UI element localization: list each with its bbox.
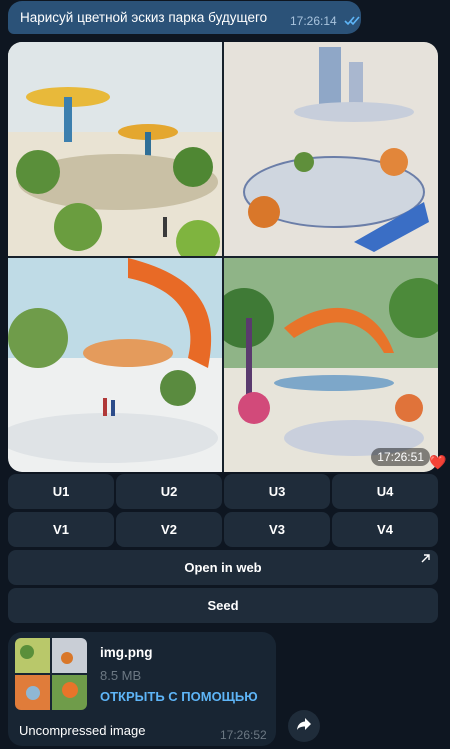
arrow-up-right-icon bbox=[421, 554, 430, 566]
image-variant-3 bbox=[8, 258, 222, 472]
button-u2[interactable]: U2 bbox=[116, 474, 222, 509]
file-time: 17:26:52 bbox=[220, 728, 267, 742]
file-thumbnail[interactable] bbox=[15, 638, 87, 710]
button-u3[interactable]: U3 bbox=[224, 474, 330, 509]
open-in-web-button[interactable]: Open in web bbox=[8, 550, 438, 585]
button-u4[interactable]: U4 bbox=[332, 474, 438, 509]
button-v2[interactable]: V2 bbox=[116, 512, 222, 547]
file-caption: Uncompressed image bbox=[19, 723, 146, 738]
button-v1[interactable]: V1 bbox=[8, 512, 114, 547]
seed-button[interactable]: Seed bbox=[8, 588, 438, 623]
open-in-web-label: Open in web bbox=[184, 560, 262, 575]
outgoing-message[interactable]: Нарисуй цветной эскиз парка будущего 17:… bbox=[8, 1, 361, 34]
button-v4[interactable]: V4 bbox=[332, 512, 438, 547]
message-time: 17:26:14 bbox=[290, 14, 337, 28]
generated-image[interactable]: 17:26:51 bbox=[8, 42, 438, 472]
file-name: img.png bbox=[100, 645, 153, 660]
button-v3[interactable]: V3 bbox=[224, 512, 330, 547]
forward-arrow-icon bbox=[296, 717, 312, 736]
image-time: 17:26:51 bbox=[371, 448, 430, 466]
image-variant-4 bbox=[224, 258, 438, 472]
image-variant-1 bbox=[8, 42, 222, 256]
file-size: 8.5 MB bbox=[100, 668, 142, 683]
heart-reaction-icon[interactable]: ❤️ bbox=[428, 454, 448, 470]
message-text: Нарисуй цветной эскиз парка будущего bbox=[20, 10, 268, 25]
forward-button[interactable] bbox=[288, 710, 320, 742]
double-check-icon bbox=[344, 13, 360, 31]
file-message[interactable]: img.png 8.5 MB ОТКРЫТЬ С ПОМОЩЬЮ Uncompr… bbox=[8, 632, 276, 746]
button-u1[interactable]: U1 bbox=[8, 474, 114, 509]
open-with-link[interactable]: ОТКРЫТЬ С ПОМОЩЬЮ bbox=[100, 689, 258, 704]
image-variant-2 bbox=[224, 42, 438, 256]
